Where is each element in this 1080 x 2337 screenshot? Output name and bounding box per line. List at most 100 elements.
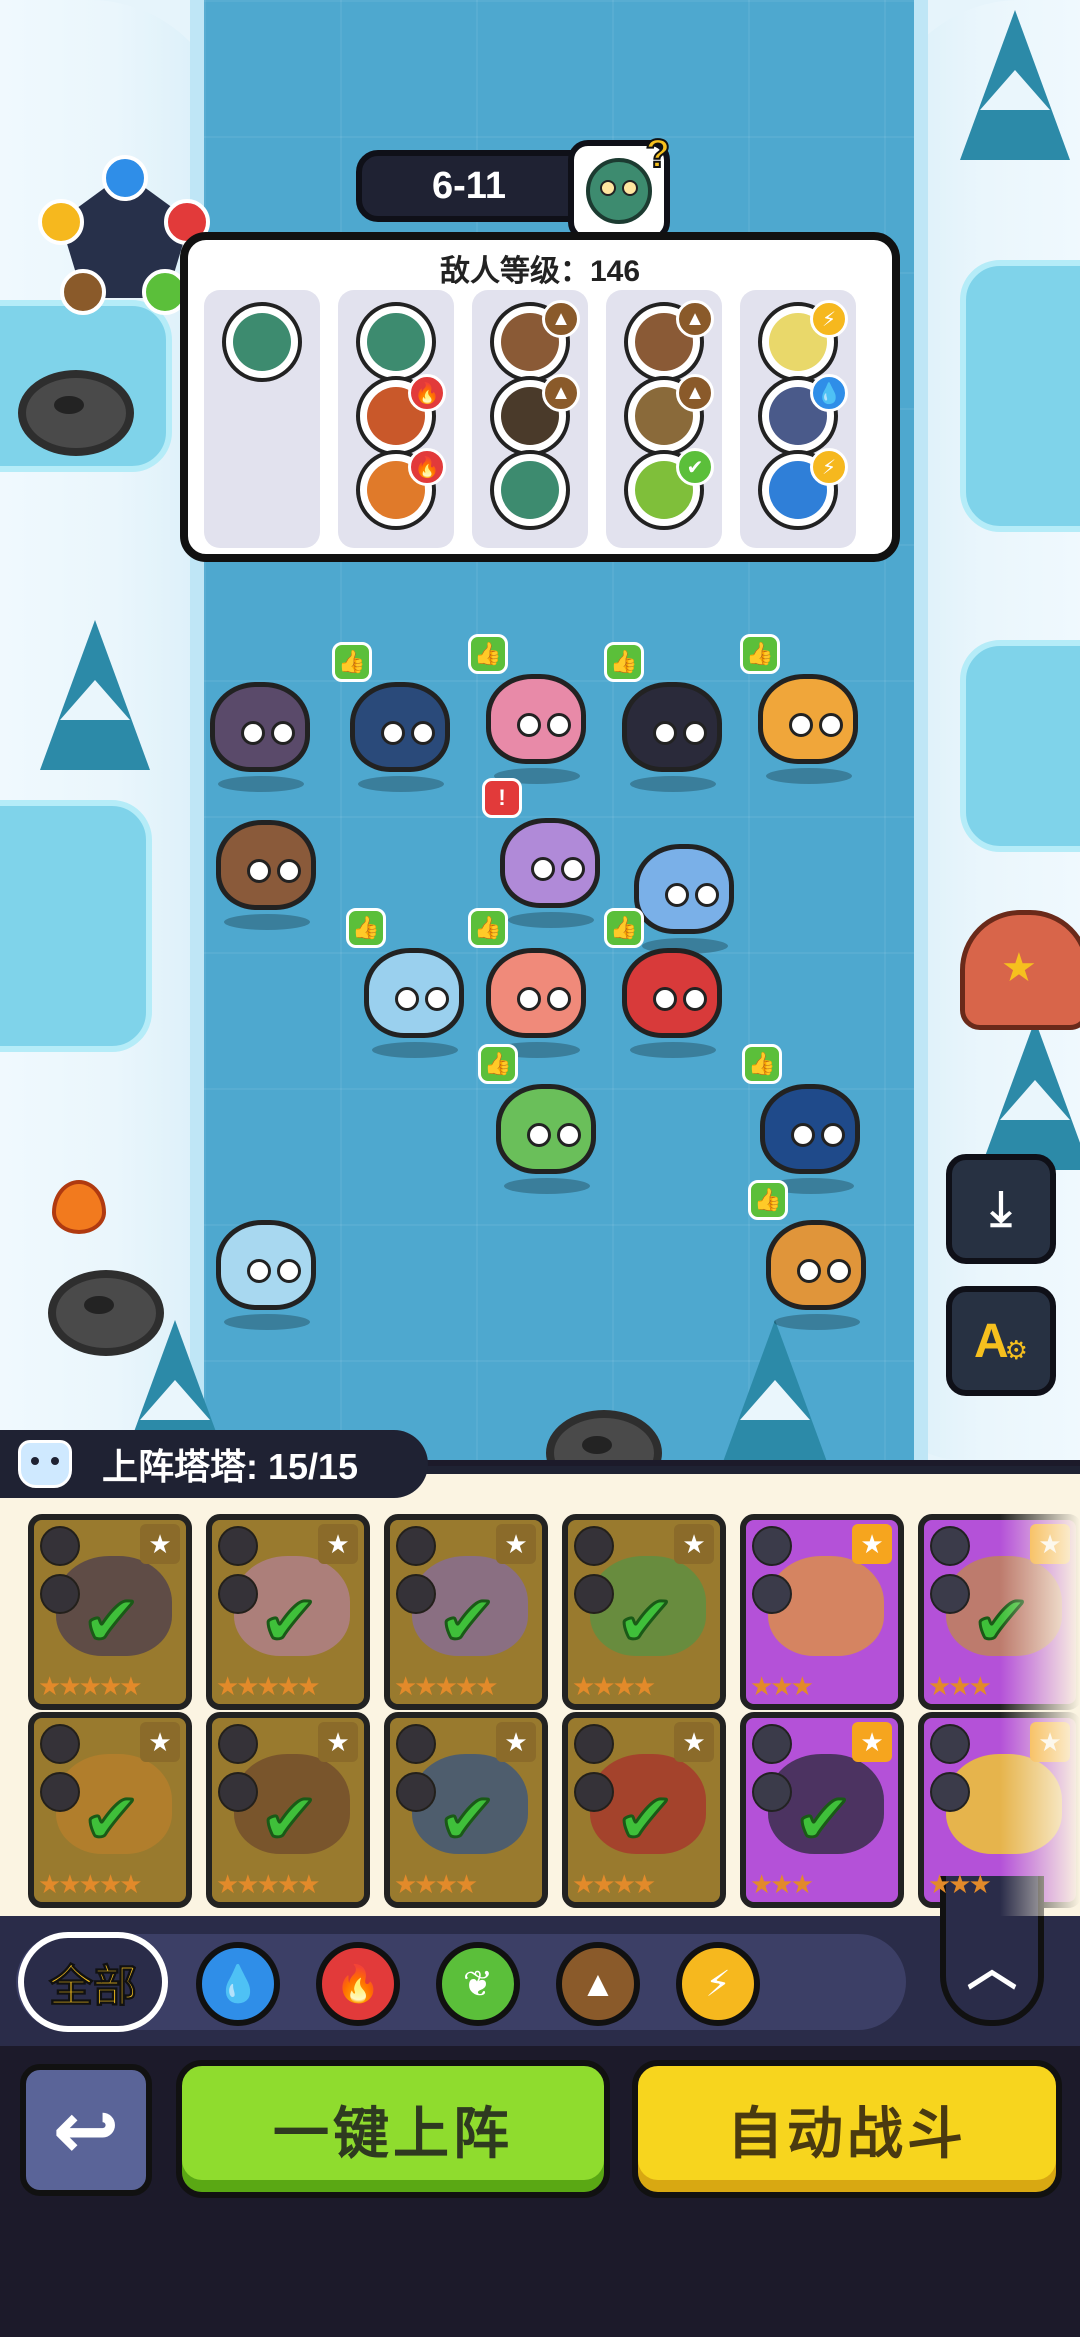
ice-block xyxy=(960,260,1080,532)
fox-unit[interactable]: 👍 xyxy=(748,1180,876,1330)
card-class-icon xyxy=(396,1574,436,1614)
card-class-icon xyxy=(574,1772,614,1812)
thumbs-up-icon: 👍 xyxy=(604,642,644,682)
unit-eye xyxy=(517,987,541,1011)
enemy-token xyxy=(222,302,302,382)
ice-block xyxy=(960,640,1080,852)
unit-eye xyxy=(557,1123,581,1147)
card-class-icon xyxy=(40,1772,80,1812)
unit-card[interactable]: ★ ★★★★★ ✔ xyxy=(206,1712,370,1908)
unit-shadow xyxy=(774,1314,860,1330)
deployed-check-icon: ✔ xyxy=(793,1780,855,1858)
bird-unit[interactable]: 👍 xyxy=(742,1044,870,1194)
question-mark-icon: ? xyxy=(645,131,671,177)
favorite-star-icon: ★ xyxy=(318,1524,358,1564)
unit-card[interactable]: ★★★★ xyxy=(740,1514,904,1710)
earth-element-icon: ▲ xyxy=(542,374,580,412)
ferret-unit[interactable] xyxy=(206,806,326,930)
unit-card[interactable]: ★ ★★★★ ✔ xyxy=(384,1712,548,1908)
one-click-deploy-button[interactable]: 一键上阵 xyxy=(176,2060,610,2198)
pine-tree xyxy=(980,1020,1080,1170)
lion-unit[interactable]: 👍 xyxy=(740,634,868,784)
seal-unit[interactable] xyxy=(206,1206,326,1330)
fire-element-icon: 🔥 xyxy=(408,374,446,412)
fish-unit[interactable]: 👍 xyxy=(346,908,474,1058)
thumbs-up-icon: 👍 xyxy=(748,1180,788,1220)
auto-battle-label: 自动战斗 xyxy=(727,2101,967,2165)
unit-eye xyxy=(547,987,571,1011)
wheel-water-icon xyxy=(102,155,148,201)
dog-unit[interactable]: 👍 xyxy=(604,642,732,792)
card-element-icon xyxy=(752,1526,792,1566)
penguin-unit[interactable]: 👍 xyxy=(332,642,460,792)
filter-all-button[interactable]: 全部 xyxy=(18,1932,168,2032)
filter-earth-button[interactable]: ▲ xyxy=(556,1942,640,2026)
enemy-token: ⚡ xyxy=(758,300,848,382)
unit-card[interactable]: ★ ★★★★★ ✔ xyxy=(384,1514,548,1710)
dino-unit[interactable] xyxy=(200,668,320,792)
thumbs-up-icon: 👍 xyxy=(468,908,508,948)
cat-plant-unit[interactable]: 👍 xyxy=(478,1044,606,1194)
deployed-check-icon: ✔ xyxy=(437,1582,499,1660)
cat-mascot-icon xyxy=(18,1440,72,1488)
unit-shadow xyxy=(218,776,304,792)
unit-shadow xyxy=(372,1042,458,1058)
flower-unit[interactable]: 👍 xyxy=(468,908,596,1058)
roster-scroll-fade xyxy=(1000,1474,1080,1916)
unit-sprite xyxy=(486,948,586,1038)
thunder-element-icon: ⚡ xyxy=(810,300,848,338)
filter-thunder-button[interactable]: ⚡ xyxy=(676,1942,760,2026)
unit-card[interactable]: ★ ★★★★★ ✔ xyxy=(28,1712,192,1908)
thumbs-up-icon: 👍 xyxy=(468,634,508,674)
unit-card[interactable]: ★ ★★★★★ ✔ xyxy=(28,1514,192,1710)
unit-card[interactable]: ★★★★✔ xyxy=(740,1712,904,1908)
unit-eye xyxy=(395,987,419,1011)
card-star-rating: ★★★ xyxy=(928,1869,992,1899)
unit-eye xyxy=(247,859,271,883)
back-button[interactable]: ↩ xyxy=(20,2064,152,2196)
download-lineup-button[interactable]: ⤓ xyxy=(946,1154,1056,1264)
unit-shadow xyxy=(358,776,444,792)
enemy-wave-column: 🔥 🔥 xyxy=(338,290,454,548)
unit-card[interactable]: ★ ★★★★ ✔ xyxy=(562,1514,726,1710)
earth-element-icon: ▲ xyxy=(542,300,580,338)
deployed-check-icon: ✔ xyxy=(259,1780,321,1858)
unit-sprite xyxy=(216,820,316,910)
deployed-check-icon: ✔ xyxy=(81,1780,143,1858)
enemy-token xyxy=(356,302,436,382)
unit-card[interactable]: ★ ★★★★★ ✔ xyxy=(206,1514,370,1710)
enemy-token: ⚡ xyxy=(758,448,848,530)
card-class-icon xyxy=(752,1574,792,1614)
unit-eye xyxy=(665,883,689,907)
unit-eye xyxy=(797,1259,821,1283)
chevron-up-icon: ︿ xyxy=(967,1940,1017,1996)
dragon-unit[interactable]: ! xyxy=(482,778,610,928)
card-class-icon xyxy=(40,1574,80,1614)
unit-sprite xyxy=(758,674,858,764)
card-star-rating: ★★★ xyxy=(928,1671,992,1701)
unit-sprite xyxy=(216,1220,316,1310)
filter-fire-button[interactable]: 🔥 xyxy=(316,1942,400,2026)
auto-battle-button[interactable]: 自动战斗 xyxy=(632,2060,1062,2198)
filter-grass-button[interactable]: ❦ xyxy=(436,1942,520,2026)
deployed-check-icon: ✔ xyxy=(259,1582,321,1660)
enemy-token: 💧 xyxy=(758,374,848,456)
auto-settings-button[interactable]: A ⚙ xyxy=(946,1286,1056,1396)
unit-eye xyxy=(683,987,707,1011)
enemy-token xyxy=(490,450,570,530)
unit-eye xyxy=(791,1123,815,1147)
firebird-unit[interactable]: 👍 xyxy=(604,908,732,1058)
mantis-unit[interactable]: 👍 xyxy=(468,634,596,784)
water-element-icon: 💧 xyxy=(810,374,848,412)
unit-card[interactable]: ★ ★★★★ ✔ xyxy=(562,1712,726,1908)
roster-panel[interactable]: ★★★★★★✔★★★★★★✔★★★★★★✔★★★★★✔★★★★★★★★✔★★★★… xyxy=(0,1466,1080,1916)
unit-shadow xyxy=(630,776,716,792)
battlefield[interactable]: ★ 6-11 ? 敌人等级：146 🔥 🔥 ▲ ▲ ▲ ▲ ✔ ⚡ 💧 ⚡ 👍 👍 👍 👍! 👍 👍 👍 👍 👍 👍… xyxy=(0,0,1080,1460)
filter-water-button[interactable]: 💧 xyxy=(196,1942,280,2026)
boss-info-button[interactable]: ? xyxy=(568,131,671,242)
card-element-icon xyxy=(930,1724,970,1764)
card-element-icon xyxy=(574,1724,614,1764)
enemy-wave-column: ⚡ 💧 ⚡ xyxy=(740,290,856,548)
card-class-icon xyxy=(218,1574,258,1614)
card-class-icon xyxy=(574,1574,614,1614)
